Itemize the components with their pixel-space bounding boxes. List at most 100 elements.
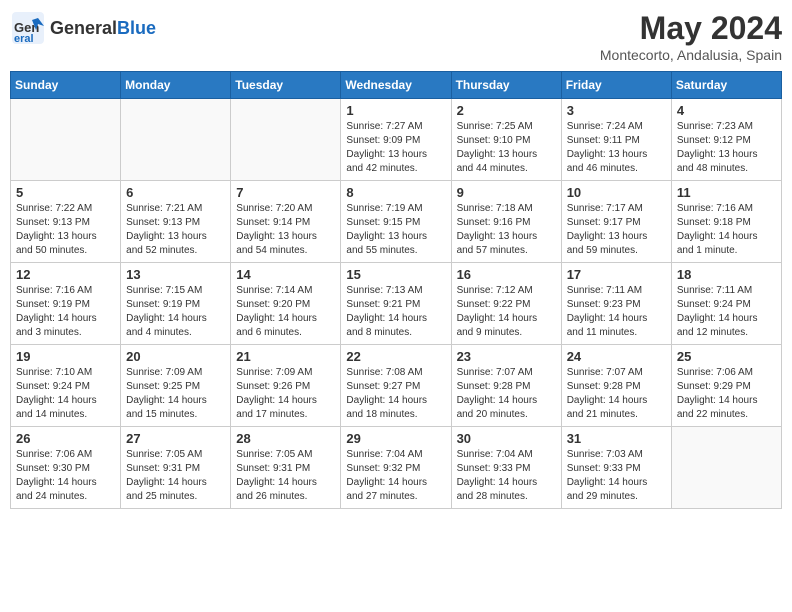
day-info: Sunrise: 7:07 AM Sunset: 9:28 PM Dayligh… bbox=[567, 366, 666, 422]
day-number: 31 bbox=[567, 431, 666, 446]
calendar-cell: 2Sunrise: 7:25 AM Sunset: 9:10 PM Daylig… bbox=[451, 99, 561, 181]
logo-general: General bbox=[50, 18, 117, 38]
calendar-cell: 3 Sunrise: 7:24 AM Sunset: 9:11 PM Daylig… bbox=[561, 99, 671, 181]
day-number: 24 bbox=[567, 349, 666, 364]
calendar-cell: 27Sunrise: 7:05 AM Sunset: 9:31 PM Dayli… bbox=[121, 427, 231, 509]
header-monday: Monday bbox=[121, 72, 231, 99]
day-info: Sunrise: 7:24 AM Sunset: 9:11 PM Dayligh… bbox=[567, 120, 666, 176]
calendar-cell: 18Sunrise: 7:11 AM Sunset: 9:24 PM Dayli… bbox=[671, 263, 781, 345]
day-number: 4 bbox=[677, 103, 776, 118]
calendar-cell: 12 Sunrise: 7:16 AM Sunset: 9:19 PM Dayli… bbox=[11, 263, 121, 345]
calendar-cell: 19Sunrise: 7:10 AM Sunset: 9:24 PM Dayli… bbox=[11, 345, 121, 427]
calendar-cell: 21Sunrise: 7:09 AM Sunset: 9:26 PM Dayli… bbox=[231, 345, 341, 427]
day-info: Sunrise: 7:16 AM Sunset: 9:19 PM Dayligh… bbox=[16, 284, 115, 340]
day-number: 1 bbox=[346, 103, 445, 118]
day-info: Sunrise: 7:21 AM Sunset: 9:13 PM Dayligh… bbox=[126, 202, 225, 258]
calendar-cell bbox=[121, 99, 231, 181]
day-number: 8 bbox=[346, 185, 445, 200]
calendar-cell: 15 Sunrise: 7:13 AM Sunset: 9:21 PM Dayli… bbox=[341, 263, 451, 345]
calendar-week-4: 19Sunrise: 7:10 AM Sunset: 9:24 PM Dayli… bbox=[11, 345, 782, 427]
day-info: Sunrise: 7:20 AM Sunset: 9:14 PM Dayligh… bbox=[236, 202, 335, 258]
calendar-header-row: SundayMondayTuesdayWednesdayThursdayFrid… bbox=[11, 72, 782, 99]
calendar-cell: 7 Sunrise: 7:20 AM Sunset: 9:14 PM Daylig… bbox=[231, 181, 341, 263]
day-info: Sunrise: 7:06 AM Sunset: 9:30 PM Dayligh… bbox=[16, 448, 115, 504]
day-info: Sunrise: 7:15 AM Sunset: 9:19 PM Dayligh… bbox=[126, 284, 225, 340]
header-sunday: Sunday bbox=[11, 72, 121, 99]
day-info: Sunrise: 7:19 AM Sunset: 9:15 PM Dayligh… bbox=[346, 202, 445, 258]
day-info: Sunrise: 7:04 AM Sunset: 9:33 PM Dayligh… bbox=[457, 448, 556, 504]
day-number: 23 bbox=[457, 349, 556, 364]
svg-text:eral: eral bbox=[14, 33, 34, 45]
header-thursday: Thursday bbox=[451, 72, 561, 99]
calendar-cell: 17 Sunrise: 7:11 AM Sunset: 9:23 PM Dayli… bbox=[561, 263, 671, 345]
day-info: Sunrise: 7:11 AM Sunset: 9:23 PM Dayligh… bbox=[567, 284, 666, 340]
day-info: Sunrise: 7:18 AM Sunset: 9:16 PM Dayligh… bbox=[457, 202, 556, 258]
calendar-cell: 14 Sunrise: 7:14 AM Sunset: 9:20 PM Dayli… bbox=[231, 263, 341, 345]
day-number: 19 bbox=[16, 349, 115, 364]
calendar-week-5: 26 Sunrise: 7:06 AM Sunset: 9:30 PM Dayli… bbox=[11, 427, 782, 509]
calendar-cell bbox=[671, 427, 781, 509]
day-number: 6 bbox=[126, 185, 225, 200]
day-info: Sunrise: 7:16 AM Sunset: 9:18 PM Dayligh… bbox=[677, 202, 776, 258]
day-number: 16 bbox=[457, 267, 556, 282]
logo-blue: Blue bbox=[117, 18, 156, 38]
calendar-cell: 1Sunrise: 7:27 AM Sunset: 9:09 PM Daylig… bbox=[341, 99, 451, 181]
day-info: Sunrise: 7:23 AM Sunset: 9:12 PM Dayligh… bbox=[677, 120, 776, 176]
day-info: Sunrise: 7:25 AM Sunset: 9:10 PM Dayligh… bbox=[457, 120, 556, 176]
calendar-cell: 26 Sunrise: 7:06 AM Sunset: 9:30 PM Dayli… bbox=[11, 427, 121, 509]
day-info: Sunrise: 7:07 AM Sunset: 9:28 PM Dayligh… bbox=[457, 366, 556, 422]
calendar-cell: 23 Sunrise: 7:07 AM Sunset: 9:28 PM Dayli… bbox=[451, 345, 561, 427]
day-number: 12 bbox=[16, 267, 115, 282]
header-friday: Friday bbox=[561, 72, 671, 99]
calendar-cell: 6 Sunrise: 7:21 AM Sunset: 9:13 PM Daylig… bbox=[121, 181, 231, 263]
calendar-cell: 4 Sunrise: 7:23 AM Sunset: 9:12 PM Daylig… bbox=[671, 99, 781, 181]
day-info: Sunrise: 7:14 AM Sunset: 9:20 PM Dayligh… bbox=[236, 284, 335, 340]
day-info: Sunrise: 7:06 AM Sunset: 9:29 PM Dayligh… bbox=[677, 366, 776, 422]
day-number: 20 bbox=[126, 349, 225, 364]
month-year-title: May 2024 bbox=[600, 10, 782, 47]
page-header: Gen eral GeneralBlue May 2024 Montecorto… bbox=[10, 10, 782, 63]
header-tuesday: Tuesday bbox=[231, 72, 341, 99]
logo-wordmark: GeneralBlue bbox=[50, 18, 156, 39]
day-number: 29 bbox=[346, 431, 445, 446]
calendar-cell: 9 Sunrise: 7:18 AM Sunset: 9:16 PM Daylig… bbox=[451, 181, 561, 263]
calendar-cell: 31 Sunrise: 7:03 AM Sunset: 9:33 PM Dayli… bbox=[561, 427, 671, 509]
day-number: 3 bbox=[567, 103, 666, 118]
day-number: 26 bbox=[16, 431, 115, 446]
day-number: 30 bbox=[457, 431, 556, 446]
day-info: Sunrise: 7:22 AM Sunset: 9:13 PM Dayligh… bbox=[16, 202, 115, 258]
header-wednesday: Wednesday bbox=[341, 72, 451, 99]
day-number: 28 bbox=[236, 431, 335, 446]
calendar-table: SundayMondayTuesdayWednesdayThursdayFrid… bbox=[10, 71, 782, 509]
day-number: 13 bbox=[126, 267, 225, 282]
day-number: 18 bbox=[677, 267, 776, 282]
logo-icon: Gen eral bbox=[10, 10, 46, 46]
calendar-cell: 16 Sunrise: 7:12 AM Sunset: 9:22 PM Dayli… bbox=[451, 263, 561, 345]
day-info: Sunrise: 7:09 AM Sunset: 9:25 PM Dayligh… bbox=[126, 366, 225, 422]
calendar-cell: 22Sunrise: 7:08 AM Sunset: 9:27 PM Dayli… bbox=[341, 345, 451, 427]
day-info: Sunrise: 7:04 AM Sunset: 9:32 PM Dayligh… bbox=[346, 448, 445, 504]
day-info: Sunrise: 7:13 AM Sunset: 9:21 PM Dayligh… bbox=[346, 284, 445, 340]
calendar-cell: 25 Sunrise: 7:06 AM Sunset: 9:29 PM Dayli… bbox=[671, 345, 781, 427]
calendar-week-1: 1Sunrise: 7:27 AM Sunset: 9:09 PM Daylig… bbox=[11, 99, 782, 181]
day-info: Sunrise: 7:09 AM Sunset: 9:26 PM Dayligh… bbox=[236, 366, 335, 422]
day-info: Sunrise: 7:08 AM Sunset: 9:27 PM Dayligh… bbox=[346, 366, 445, 422]
day-info: Sunrise: 7:03 AM Sunset: 9:33 PM Dayligh… bbox=[567, 448, 666, 504]
calendar-cell: 11Sunrise: 7:16 AM Sunset: 9:18 PM Dayli… bbox=[671, 181, 781, 263]
calendar-cell: 24 Sunrise: 7:07 AM Sunset: 9:28 PM Dayli… bbox=[561, 345, 671, 427]
day-number: 9 bbox=[457, 185, 556, 200]
day-number: 17 bbox=[567, 267, 666, 282]
day-number: 15 bbox=[346, 267, 445, 282]
day-info: Sunrise: 7:05 AM Sunset: 9:31 PM Dayligh… bbox=[126, 448, 225, 504]
day-number: 14 bbox=[236, 267, 335, 282]
calendar-week-3: 12 Sunrise: 7:16 AM Sunset: 9:19 PM Dayli… bbox=[11, 263, 782, 345]
calendar-cell: 30 Sunrise: 7:04 AM Sunset: 9:33 PM Dayli… bbox=[451, 427, 561, 509]
calendar-cell: 13 Sunrise: 7:15 AM Sunset: 9:19 PM Dayli… bbox=[121, 263, 231, 345]
calendar-cell: 5Sunrise: 7:22 AM Sunset: 9:13 PM Daylig… bbox=[11, 181, 121, 263]
calendar-cell: 8 Sunrise: 7:19 AM Sunset: 9:15 PM Daylig… bbox=[341, 181, 451, 263]
calendar-cell: 20 Sunrise: 7:09 AM Sunset: 9:25 PM Dayli… bbox=[121, 345, 231, 427]
day-number: 25 bbox=[677, 349, 776, 364]
day-number: 7 bbox=[236, 185, 335, 200]
day-number: 10 bbox=[567, 185, 666, 200]
day-info: Sunrise: 7:12 AM Sunset: 9:22 PM Dayligh… bbox=[457, 284, 556, 340]
